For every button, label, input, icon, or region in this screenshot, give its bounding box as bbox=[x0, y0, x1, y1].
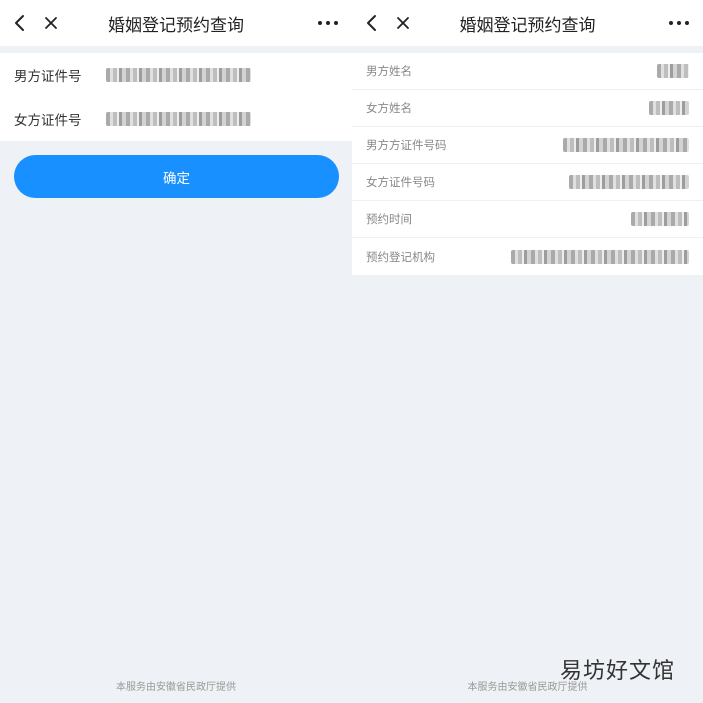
pixelated-value bbox=[563, 138, 689, 152]
nav-bar: 婚姻登记预约查询 bbox=[352, 0, 703, 46]
female-name-label: 女方姓名 bbox=[366, 101, 412, 115]
female-id-label: 女方证件号码 bbox=[366, 175, 435, 189]
female-id-row: 女方证件号 bbox=[0, 97, 352, 141]
pixelated-value bbox=[657, 64, 689, 78]
chevron-left-icon bbox=[367, 15, 376, 31]
query-form: 男方证件号 女方证件号 bbox=[0, 53, 352, 141]
back-button[interactable] bbox=[360, 0, 382, 46]
watermark: 易坊好文馆 bbox=[559, 659, 675, 684]
male-id-label: 男方证件号 bbox=[14, 69, 82, 85]
male-id-input[interactable] bbox=[106, 65, 338, 85]
male-id-label: 男方方证件号码 bbox=[366, 138, 447, 152]
list-item: 女方姓名 bbox=[352, 90, 703, 127]
pixelated-value bbox=[649, 101, 689, 115]
pixelated-value bbox=[511, 249, 689, 264]
query-result-panel: 婚姻登记预约查询 男方姓名 女方姓名 男方方证件号码 女方证件号码 预约时间 预… bbox=[352, 0, 703, 703]
list-item: 男方方证件号码 bbox=[352, 127, 703, 164]
registration-office-label: 预约登记机构 bbox=[366, 249, 435, 264]
pixelated-value bbox=[106, 68, 251, 82]
page-title: 婚姻登记预约查询 bbox=[108, 15, 244, 36]
close-icon bbox=[45, 17, 57, 29]
list-item: 预约登记机构 bbox=[352, 238, 703, 275]
close-icon bbox=[397, 17, 409, 29]
more-button[interactable] bbox=[314, 0, 342, 46]
confirm-button[interactable]: 确定 bbox=[14, 155, 339, 198]
list-item: 男方姓名 bbox=[352, 53, 703, 90]
pixelated-value bbox=[631, 212, 689, 226]
close-button[interactable] bbox=[392, 0, 414, 46]
chevron-left-icon bbox=[15, 15, 24, 31]
male-id-row: 男方证件号 bbox=[0, 53, 352, 97]
male-name-label: 男方姓名 bbox=[366, 64, 412, 78]
back-button[interactable] bbox=[8, 0, 30, 46]
pixelated-value bbox=[106, 112, 251, 126]
page-title: 婚姻登记预约查询 bbox=[459, 15, 596, 36]
pixelated-value bbox=[569, 175, 689, 189]
result-list: 男方姓名 女方姓名 男方方证件号码 女方证件号码 预约时间 预约登记机构 bbox=[352, 53, 703, 275]
footer-note: 本服务由安徽省民政厅提供 bbox=[116, 682, 236, 693]
query-form-panel: 婚姻登记预约查询 男方证件号 女方证件号 确定 本服务由安徽省民政厅提供 bbox=[0, 0, 352, 703]
more-horizontal-icon bbox=[669, 21, 689, 25]
list-item: 预约时间 bbox=[352, 201, 703, 238]
female-id-input[interactable] bbox=[106, 109, 338, 129]
more-horizontal-icon bbox=[318, 21, 338, 25]
more-button[interactable] bbox=[665, 0, 693, 46]
nav-bar: 婚姻登记预约查询 bbox=[0, 0, 352, 46]
list-item: 女方证件号码 bbox=[352, 164, 703, 201]
close-button[interactable] bbox=[40, 0, 62, 46]
female-id-label: 女方证件号 bbox=[14, 113, 82, 129]
appointment-time-label: 预约时间 bbox=[366, 212, 412, 226]
